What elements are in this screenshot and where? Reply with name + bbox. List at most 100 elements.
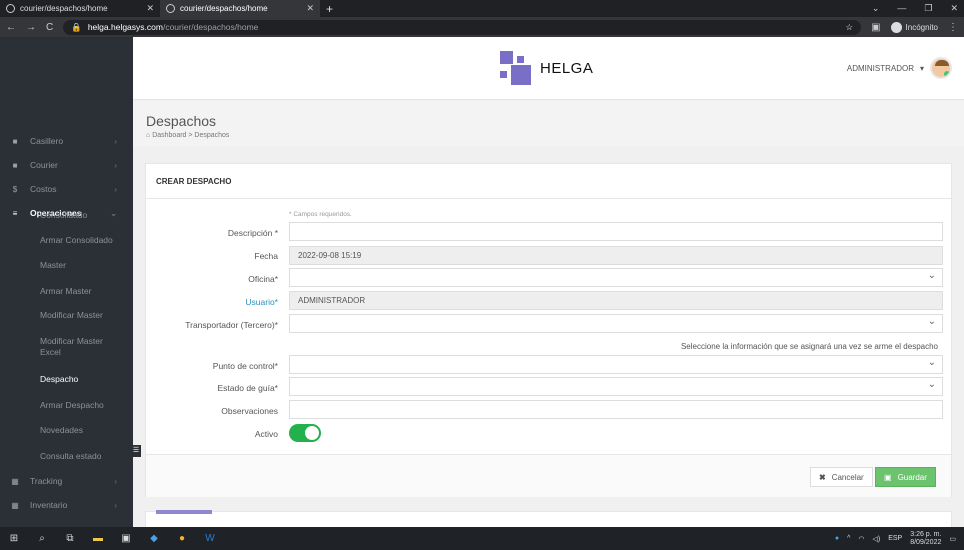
browser-tab[interactable]: courier/despachos/home ✕ <box>0 0 160 17</box>
punto-control-select[interactable] <box>289 355 943 374</box>
sidebar-item-costos[interactable]: $ Costos › <box>0 184 133 194</box>
tab-indicator <box>156 510 212 514</box>
user-menu[interactable]: ADMINISTRADOR ▾ <box>847 57 952 79</box>
fecha-label: Fecha <box>254 251 278 261</box>
save-label: Guardar <box>897 472 927 482</box>
close-window-icon[interactable]: ✕ <box>950 3 958 14</box>
sidebar-item-label: Inventario <box>30 500 68 510</box>
breadcrumb-text[interactable]: Dashboard > Despachos <box>152 132 229 139</box>
browser-toolbar: ← → C 🔒 helga.helgasys.com/courier/despa… <box>0 17 964 37</box>
help-icon[interactable]: ● <box>835 535 839 542</box>
sidebar-subitem-armar-master[interactable]: Armar Master <box>40 286 130 297</box>
sidebar-subitem-novedades[interactable]: Novedades <box>40 425 130 436</box>
transportador-select[interactable] <box>289 314 943 333</box>
sidebar-subitem-armar-despacho[interactable]: Armar Despacho <box>40 400 130 411</box>
word-icon[interactable]: W <box>196 533 224 544</box>
back-icon[interactable]: ← <box>6 22 16 33</box>
sidebar-subitem-master[interactable]: Master <box>40 260 130 271</box>
punto-control-label: Punto de control* <box>212 361 278 371</box>
search-icon[interactable]: ⌕ <box>28 533 56 544</box>
browser-tab-bar: courier/despachos/home ✕ courier/despach… <box>0 0 964 17</box>
sidebar-subitem-modificar-master[interactable]: Modificar Master <box>40 310 130 321</box>
save-button[interactable]: ▣ Guardar <box>875 467 936 487</box>
minimize-icon[interactable]: — <box>897 3 906 14</box>
store-icon[interactable]: ▣ <box>112 533 140 544</box>
activo-toggle[interactable] <box>289 424 321 442</box>
forward-icon[interactable]: → <box>26 22 36 33</box>
sidebar-item-casillero[interactable]: ■ Casillero › <box>0 136 133 146</box>
grid-icon: ▦ <box>11 500 19 510</box>
info-text: Seleccione la información que se asignar… <box>680 342 938 351</box>
menu-icon[interactable]: ⋮ <box>948 22 958 33</box>
sidebar-subitem-modificar-master-excel[interactable]: Modificar Master Excel <box>40 336 120 358</box>
chrome-icon[interactable]: ● <box>168 533 196 544</box>
sidebar-item-courier[interactable]: ■ Courier › <box>0 160 133 170</box>
close-tab-icon[interactable]: ✕ <box>146 3 154 14</box>
avatar[interactable] <box>930 57 952 79</box>
close-tab-icon[interactable]: ✕ <box>306 3 314 14</box>
clock-time: 3:26 p. m. <box>910 530 942 538</box>
observaciones-input[interactable] <box>289 400 943 419</box>
reload-icon[interactable]: C <box>46 22 53 33</box>
oficina-label: Oficina* <box>248 274 278 284</box>
dollar-icon: $ <box>12 184 18 194</box>
url-path: /courier/despachos/home <box>162 22 259 32</box>
bookmark-star-icon[interactable]: ☆ <box>845 22 853 33</box>
chevron-up-icon[interactable]: ^ <box>847 535 850 542</box>
sidebar-subitem-despacho[interactable]: Despacho <box>40 374 130 385</box>
task-view-icon[interactable]: ⧉ <box>56 533 84 544</box>
logo[interactable]: HELGA <box>500 51 593 85</box>
floppy-icon: ▣ <box>884 472 892 482</box>
required-note: * Campos requeridos. <box>289 211 352 218</box>
new-tab-button[interactable]: + <box>320 2 339 16</box>
language-indicator[interactable]: ESP <box>888 535 902 542</box>
close-icon: ✖ <box>819 472 826 482</box>
usuario-label: Usuario* <box>245 297 278 307</box>
sidebar-item-label: Tracking <box>30 476 63 486</box>
volume-icon[interactable]: ◁) <box>872 535 880 543</box>
sidepanel-icon[interactable]: ▣ <box>871 22 880 33</box>
fecha-input: 2022-09-08 15:19 <box>289 246 943 265</box>
address-bar[interactable]: 🔒 helga.helgasys.com/courier/despachos/h… <box>63 19 862 35</box>
descripcion-input[interactable] <box>289 222 943 241</box>
sidebar-subitem-consulta-estado[interactable]: Consulta estado <box>40 451 130 462</box>
chevron-right-icon: › <box>114 500 117 510</box>
sidebar-toggle-icon[interactable]: ☰ <box>131 445 141 457</box>
observaciones-label: Observaciones <box>221 406 278 416</box>
sidebar-subitem-armar-consolidado[interactable]: Armar Consolidado <box>40 235 130 246</box>
windows-start-icon[interactable]: ⊞ <box>0 533 28 544</box>
sidebar-item-inventario[interactable]: ▦ Inventario › <box>0 500 133 510</box>
notifications-icon[interactable]: ▭ <box>949 535 956 543</box>
incognito-badge[interactable]: Incógnito <box>890 21 938 33</box>
globe-icon <box>166 4 175 13</box>
maximize-icon[interactable]: ❐ <box>924 3 932 14</box>
sidebar-subitem-consolidado[interactable]: Consolidado <box>40 210 130 221</box>
tab-title: courier/despachos/home <box>180 4 268 13</box>
url-domain: helga.helgasys.com <box>87 22 163 32</box>
app-header: HELGA ADMINISTRADOR ▾ <box>0 37 964 100</box>
system-tray: ● ^ ◠ ◁) ESP 3:26 p. m. 8/09/2022 ▭ <box>835 531 964 547</box>
sidebar-item-label: Casillero <box>30 136 64 146</box>
sidebar: ■ Casillero › ■ Courier › $ Costos › ≡ O… <box>0 100 133 527</box>
cancel-button[interactable]: ✖ Cancelar <box>810 467 873 487</box>
home-icon: ⌂ <box>146 132 151 139</box>
chevron-right-icon: › <box>114 476 117 486</box>
os-taskbar: ⊞ ⌕ ⧉ ▬ ▣ ◆ ● W ● ^ ◠ ◁) ESP 3:26 p. m. … <box>0 527 964 550</box>
tab-search-icon[interactable]: ⌄ <box>872 3 880 14</box>
incognito-label: Incógnito <box>905 22 938 32</box>
estado-guia-label: Estado de guía* <box>217 383 279 393</box>
browser-tab-active[interactable]: courier/despachos/home ✕ <box>160 0 320 17</box>
incognito-icon <box>890 21 902 33</box>
caret-down-icon: ▾ <box>919 63 924 73</box>
descripcion-label: Descripción * <box>227 228 278 238</box>
estado-guia-select[interactable] <box>289 377 943 396</box>
oficina-select[interactable] <box>289 268 943 287</box>
network-icon[interactable]: ◠ <box>858 535 864 543</box>
user-name: ADMINISTRADOR <box>846 63 914 73</box>
app-icon[interactable]: ◆ <box>140 533 168 544</box>
sidebar-item-tracking[interactable]: ▦ Tracking › <box>0 476 133 486</box>
usuario-input: ADMINISTRADOR <box>289 291 943 310</box>
chevron-right-icon: › <box>114 160 117 170</box>
file-explorer-icon[interactable]: ▬ <box>84 533 112 544</box>
clock[interactable]: 3:26 p. m. 8/09/2022 <box>910 531 941 547</box>
